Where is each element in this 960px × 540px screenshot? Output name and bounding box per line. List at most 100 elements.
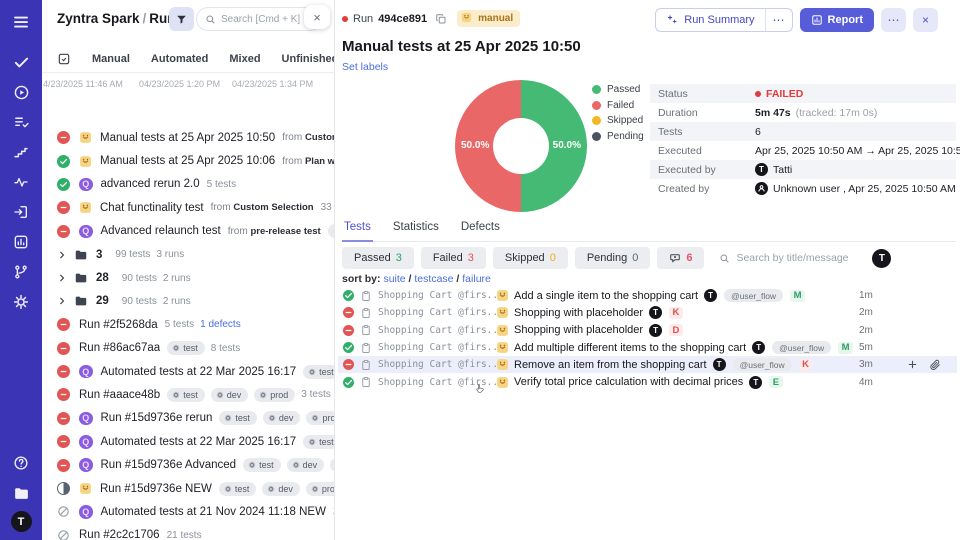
run-group-title: 29 [96, 295, 109, 307]
milestone-chip: E [769, 376, 782, 388]
run-row[interactable]: QAutomated tests at 22 Mar 2025 16:17tes… [42, 430, 334, 453]
more-button[interactable]: ⋯ [881, 8, 906, 32]
milestone-chip: M [790, 290, 805, 302]
breadcrumb-project[interactable]: Zyntra Spark [57, 11, 140, 26]
filter-button[interactable] [169, 7, 194, 31]
sidebar-play-circle-icon[interactable] [9, 80, 33, 104]
run-row[interactable]: Qadvanced rerun 2.05 tests [42, 173, 334, 196]
run-title: Manual tests at 25 Apr 2025 10:50 [342, 38, 581, 55]
test-duration: 3m [859, 359, 885, 370]
run-title: Run #86ac67aa [79, 342, 160, 354]
legend-label: Pending [607, 131, 644, 142]
user-avatar[interactable]: T [11, 511, 32, 532]
plus-icon[interactable] [907, 359, 918, 370]
sort-link-failure[interactable]: failure [462, 273, 491, 285]
run-row[interactable]: QAutomated tests at 21 Nov 2024 11:18 NE… [42, 500, 334, 523]
summary-row-duration: Duration5m 47s (tracked: 17m 0s) [650, 103, 956, 122]
close-detail-button[interactable]: × [913, 8, 938, 32]
run-row[interactable]: Run #15d9736e NEWtestdevprod5/5 tests [42, 477, 334, 500]
chevron-right-icon[interactable] [57, 250, 67, 260]
tab-manual[interactable]: Manual [92, 53, 130, 65]
tests-search[interactable] [719, 252, 861, 264]
tab-automated[interactable]: Automated [151, 53, 208, 65]
test-row[interactable]: Shopping Cart @firs...Shopping with plac… [338, 322, 957, 339]
test-row[interactable]: Shopping Cart @firs...Add a single item … [338, 287, 957, 304]
sidebar-report-chart-icon[interactable] [9, 230, 33, 254]
emoji-icon [461, 12, 474, 25]
run-defects-link[interactable]: 1 defects [200, 319, 241, 330]
sidebar-list-check-icon[interactable] [9, 110, 33, 134]
status-aborted-icon [57, 505, 70, 518]
tests-search-input[interactable] [736, 252, 861, 264]
set-labels-link[interactable]: Set labels [342, 61, 388, 73]
chevron-right-icon[interactable] [57, 296, 67, 306]
creator-name: Unknown user , Apr 25, 2025 10:50 AM [773, 183, 956, 195]
run-title: Run #15d9736e rerun [101, 412, 213, 424]
run-row[interactable]: Manual tests at 25 Apr 2025 10:06from Pl… [42, 149, 334, 172]
run-row[interactable]: QAdvanced relaunch testfrom pre-release … [42, 220, 334, 243]
sidebar-folder-icon[interactable] [9, 481, 33, 505]
tab-unfinished[interactable]: Unfinished [282, 53, 335, 65]
run-summary-button[interactable]: Run Summary [656, 9, 765, 31]
test-title: Remove an item from the shopping cart [514, 359, 707, 371]
run-row[interactable]: QRun #15d9736e Advancedtestdevprod4 test… [42, 453, 334, 476]
test-row[interactable]: Shopping Cart @firs...Remove an item fro… [338, 356, 957, 373]
runs-search-input[interactable] [221, 14, 313, 25]
comments-filter-pill[interactable]: 6 [657, 247, 704, 269]
sidebar-activity-icon[interactable] [9, 170, 33, 194]
sidebar-gear-icon[interactable] [9, 290, 33, 314]
assignee-avatar[interactable]: T [872, 249, 891, 268]
pill-count: 3 [396, 252, 402, 264]
sidebar-steps-icon[interactable] [9, 140, 33, 164]
run-row[interactable]: Run #2c2c170621 tests [42, 524, 334, 540]
chevron-right-icon[interactable] [57, 273, 67, 283]
test-row[interactable]: Shopping Cart @firs...Shopping with plac… [338, 304, 957, 321]
run-group-row[interactable]: 2990 tests2 runs [42, 290, 334, 313]
select-runs-icon[interactable] [57, 52, 71, 66]
filter-pill-failed[interactable]: Failed3 [421, 247, 486, 269]
copy-icon[interactable] [435, 13, 447, 25]
sidebar-branch-icon[interactable] [9, 260, 33, 284]
tab-defects[interactable]: Defects [459, 219, 502, 241]
sidebar-menu-icon[interactable] [9, 10, 33, 34]
filter-pill-passed[interactable]: Passed3 [342, 247, 414, 269]
legend-label: Passed [607, 84, 640, 95]
run-row[interactable]: QRun #15d9736e reruntestdevprod5 tests [42, 407, 334, 430]
sort-link-testcase[interactable]: testcase [414, 273, 453, 285]
run-breadcrumb: Run 494ce891 manual [342, 10, 520, 27]
report-button[interactable]: Report [800, 8, 874, 32]
test-row[interactable]: Shopping Cart @firs...Verify total price… [338, 373, 957, 390]
tab-mixed[interactable]: Mixed [229, 53, 260, 65]
clipboard-icon [360, 324, 372, 336]
tab-tests[interactable]: Tests [342, 219, 373, 242]
run-row[interactable]: Chat functinality testfrom Custom Select… [42, 196, 334, 219]
run-row[interactable]: Run #86ac67aatest8 tests [42, 337, 334, 360]
run-row[interactable]: Run #aaace48btestdevprod3 tests [42, 383, 334, 406]
test-title: Shopping with placeholder [514, 307, 643, 319]
run-from-label: from pre-release test [228, 226, 321, 237]
filter-pill-skipped[interactable]: Skipped0 [493, 247, 568, 269]
run-group-row[interactable]: 399 tests3 runs [42, 243, 334, 266]
sidebar-sign-in-icon[interactable] [9, 200, 33, 224]
run-row[interactable]: QAutomated tests at 22 Mar 2025 16:17tes… [42, 360, 334, 383]
status-failed-icon [343, 359, 354, 370]
tab-statistics[interactable]: Statistics [391, 219, 441, 241]
summary-label: Tests [650, 126, 755, 138]
test-row[interactable]: Shopping Cart @firs...Add multiple diffe… [338, 339, 957, 356]
timeline-date: 04/23/2025 1:20 PM [139, 79, 220, 89]
run-title: Run #2c2c1706 [79, 529, 160, 540]
run-title: Automated tests at 22 Mar 2025 16:17 [101, 436, 297, 448]
summary-label: Executed [650, 145, 755, 157]
summary-value: Unknown user , Apr 25, 2025 10:50 AM [755, 182, 956, 195]
run-group-row[interactable]: 2890 tests2 runs [42, 266, 334, 289]
summary-value: TTatti [755, 163, 792, 176]
filter-pill-pending[interactable]: Pending0 [575, 247, 651, 269]
panel-close-button[interactable]: × [304, 5, 330, 29]
sort-link-suite[interactable]: suite [383, 273, 405, 285]
run-row[interactable]: Manual tests at 25 Apr 2025 10:50from Cu… [42, 126, 334, 149]
sidebar-check-icon[interactable] [9, 50, 33, 74]
run-summary-more-button[interactable]: ⋯ [766, 9, 792, 31]
paperclip-icon[interactable] [929, 359, 941, 371]
sidebar-help-icon[interactable] [9, 451, 33, 475]
run-row[interactable]: Run #2f5268da5 tests1 defects [42, 313, 334, 336]
